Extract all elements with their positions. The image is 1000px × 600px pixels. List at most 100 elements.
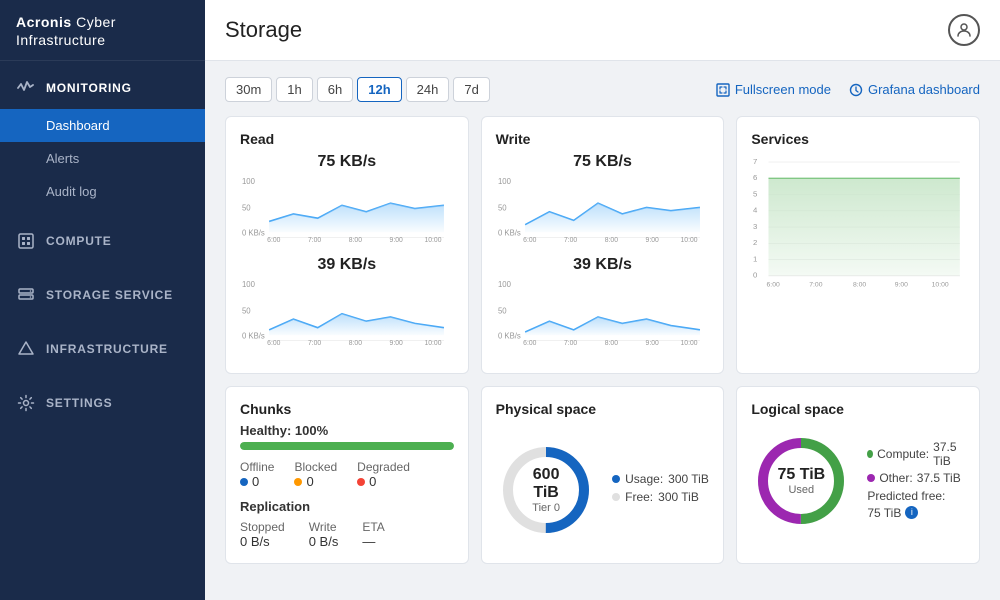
nav-dashboard[interactable]: Dashboard (0, 109, 205, 142)
storage-section: STORAGE SERVICE (0, 268, 205, 322)
sidebar: Acronis Cyber Infrastructure MONITORING … (0, 0, 205, 600)
svg-text:0 KB/s: 0 KB/s (498, 331, 521, 340)
svg-text:5: 5 (753, 190, 757, 199)
replication-title: Replication (240, 499, 454, 514)
offline-value-row: 0 (240, 474, 274, 489)
logical-other: Other: 37.5 TiB (867, 471, 965, 485)
physical-donut-label: 600 TiB Tier 0 (521, 466, 571, 514)
svg-text:1: 1 (753, 255, 757, 264)
svg-text:9:00: 9:00 (895, 282, 909, 289)
svg-text:8:00: 8:00 (604, 236, 617, 243)
degraded-stat: Degraded 0 (357, 460, 410, 489)
repl-write-value: 0 B/s (309, 534, 339, 549)
degraded-dot (357, 478, 365, 486)
settings-icon (16, 393, 36, 413)
nav-compute-label: COMPUTE (46, 234, 112, 248)
read-bottom-value: 39 KB/s (240, 256, 454, 274)
chunks-stats: Offline 0 Blocked 0 De (240, 460, 454, 489)
physical-donut-area: 600 TiB Tier 0 Usage: 300 TiB Free: (496, 423, 710, 549)
nav-infrastructure[interactable]: INFRASTRUCTURE (0, 328, 205, 370)
logical-predicted-val-row: 75 TiB i (867, 506, 965, 520)
time-btn-1h[interactable]: 1h (276, 77, 312, 102)
logo-brand: Acronis (16, 14, 72, 30)
usage-label: Usage: (625, 472, 663, 486)
blocked-dot (294, 478, 302, 486)
read-top-value: 75 KB/s (240, 153, 454, 171)
eta-value: — (362, 534, 384, 549)
write-top-chart: 100 50 0 KB/s 6:00 7:00 8:00 9:00 10:00 (496, 173, 710, 243)
stopped-label: Stopped (240, 520, 285, 534)
nav-storage-label: STORAGE SERVICE (46, 288, 173, 302)
fullscreen-label: Fullscreen mode (735, 82, 831, 97)
svg-text:8:00: 8:00 (349, 339, 362, 346)
compute-dot (867, 450, 873, 458)
page-title: Storage (225, 17, 302, 43)
logical-card: Logical space 75 TiB Used (736, 386, 980, 564)
time-btn-12h[interactable]: 12h (357, 77, 401, 102)
cards-grid: Read 75 KB/s 100 50 0 KB/s 6:00 (225, 116, 980, 564)
eta-stat: ETA — (362, 520, 384, 549)
degraded-value-row: 0 (357, 474, 410, 489)
read-top-chart: 100 50 0 KB/s 6:00 7:00 8:00 9:00 10:00 (240, 173, 454, 243)
svg-text:7:00: 7:00 (308, 236, 321, 243)
physical-card: Physical space 600 TiB Tier 0 (481, 386, 725, 564)
time-btn-7d[interactable]: 7d (453, 77, 489, 102)
user-icon[interactable] (948, 14, 980, 46)
grafana-link[interactable]: Grafana dashboard (849, 82, 980, 97)
replication-row: Stopped 0 B/s Write 0 B/s ETA — (240, 520, 454, 549)
repl-write-stat: Write 0 B/s (309, 520, 339, 549)
time-btn-30m[interactable]: 30m (225, 77, 272, 102)
nav-compute[interactable]: COMPUTE (0, 220, 205, 262)
blocked-stat: Blocked 0 (294, 460, 337, 489)
healthy-label: Healthy: (240, 423, 291, 438)
svg-text:10:00: 10:00 (680, 236, 697, 243)
svg-text:0: 0 (753, 271, 757, 280)
blocked-value-row: 0 (294, 474, 337, 489)
physical-title: Physical space (496, 401, 596, 417)
physical-free: Free: 300 TiB (612, 490, 709, 504)
read-card: Read 75 KB/s 100 50 0 KB/s 6:00 (225, 116, 469, 374)
time-btn-6h[interactable]: 6h (317, 77, 353, 102)
nav-audit-log[interactable]: Audit log (0, 175, 205, 208)
svg-text:10:00: 10:00 (425, 236, 442, 243)
svg-text:100: 100 (498, 279, 511, 288)
chunks-healthy: Healthy: 100% (240, 423, 454, 438)
fullscreen-icon (716, 83, 730, 97)
svg-text:9:00: 9:00 (390, 339, 403, 346)
repl-write-label: Write (309, 520, 339, 534)
svg-text:6:00: 6:00 (267, 339, 280, 346)
nav-storage[interactable]: STORAGE SERVICE (0, 274, 205, 316)
top-bar: Storage (205, 0, 1000, 61)
free-label: Free: (625, 490, 653, 504)
logical-predicted: Predicted free: (867, 489, 965, 503)
offline-dot (240, 478, 248, 486)
eta-label: ETA (362, 520, 384, 534)
logical-donut-label: 75 TiB Used (777, 466, 825, 496)
content-area: 30m 1h 6h 12h 24h 7d Fullscreen mode (205, 61, 1000, 600)
grafana-label: Grafana dashboard (868, 82, 980, 97)
nav-settings[interactable]: SETTINGS (0, 382, 205, 424)
infrastructure-section: INFRASTRUCTURE (0, 322, 205, 376)
degraded-value: 0 (369, 474, 376, 489)
svg-text:6:00: 6:00 (523, 339, 536, 346)
time-btn-24h[interactable]: 24h (406, 77, 450, 102)
chunks-card: Chunks Healthy: 100% Offline 0 (225, 386, 469, 564)
svg-text:50: 50 (242, 306, 251, 315)
nav-alerts[interactable]: Alerts (0, 142, 205, 175)
logical-donut: 75 TiB Used (751, 431, 851, 531)
svg-text:8:00: 8:00 (349, 236, 362, 243)
offline-stat: Offline 0 (240, 460, 274, 489)
info-icon[interactable]: i (905, 506, 918, 519)
svg-text:50: 50 (242, 203, 251, 212)
svg-text:9:00: 9:00 (645, 339, 658, 346)
logical-used-label: Used (777, 484, 825, 496)
write-bottom-chart: 100 50 0 KB/s 6:00 7:00 8:00 9:00 10:00 (496, 276, 710, 346)
fullscreen-link[interactable]: Fullscreen mode (716, 82, 831, 97)
monitoring-icon (16, 78, 36, 98)
physical-total: 600 TiB (521, 466, 571, 502)
svg-text:6: 6 (753, 173, 757, 182)
write-card-title: Write (496, 131, 710, 147)
logical-donut-area: 75 TiB Used Compute: 37.5 TiB Other: (751, 423, 965, 531)
nav-monitoring[interactable]: MONITORING (0, 67, 205, 109)
chunks-title: Chunks (240, 401, 454, 417)
